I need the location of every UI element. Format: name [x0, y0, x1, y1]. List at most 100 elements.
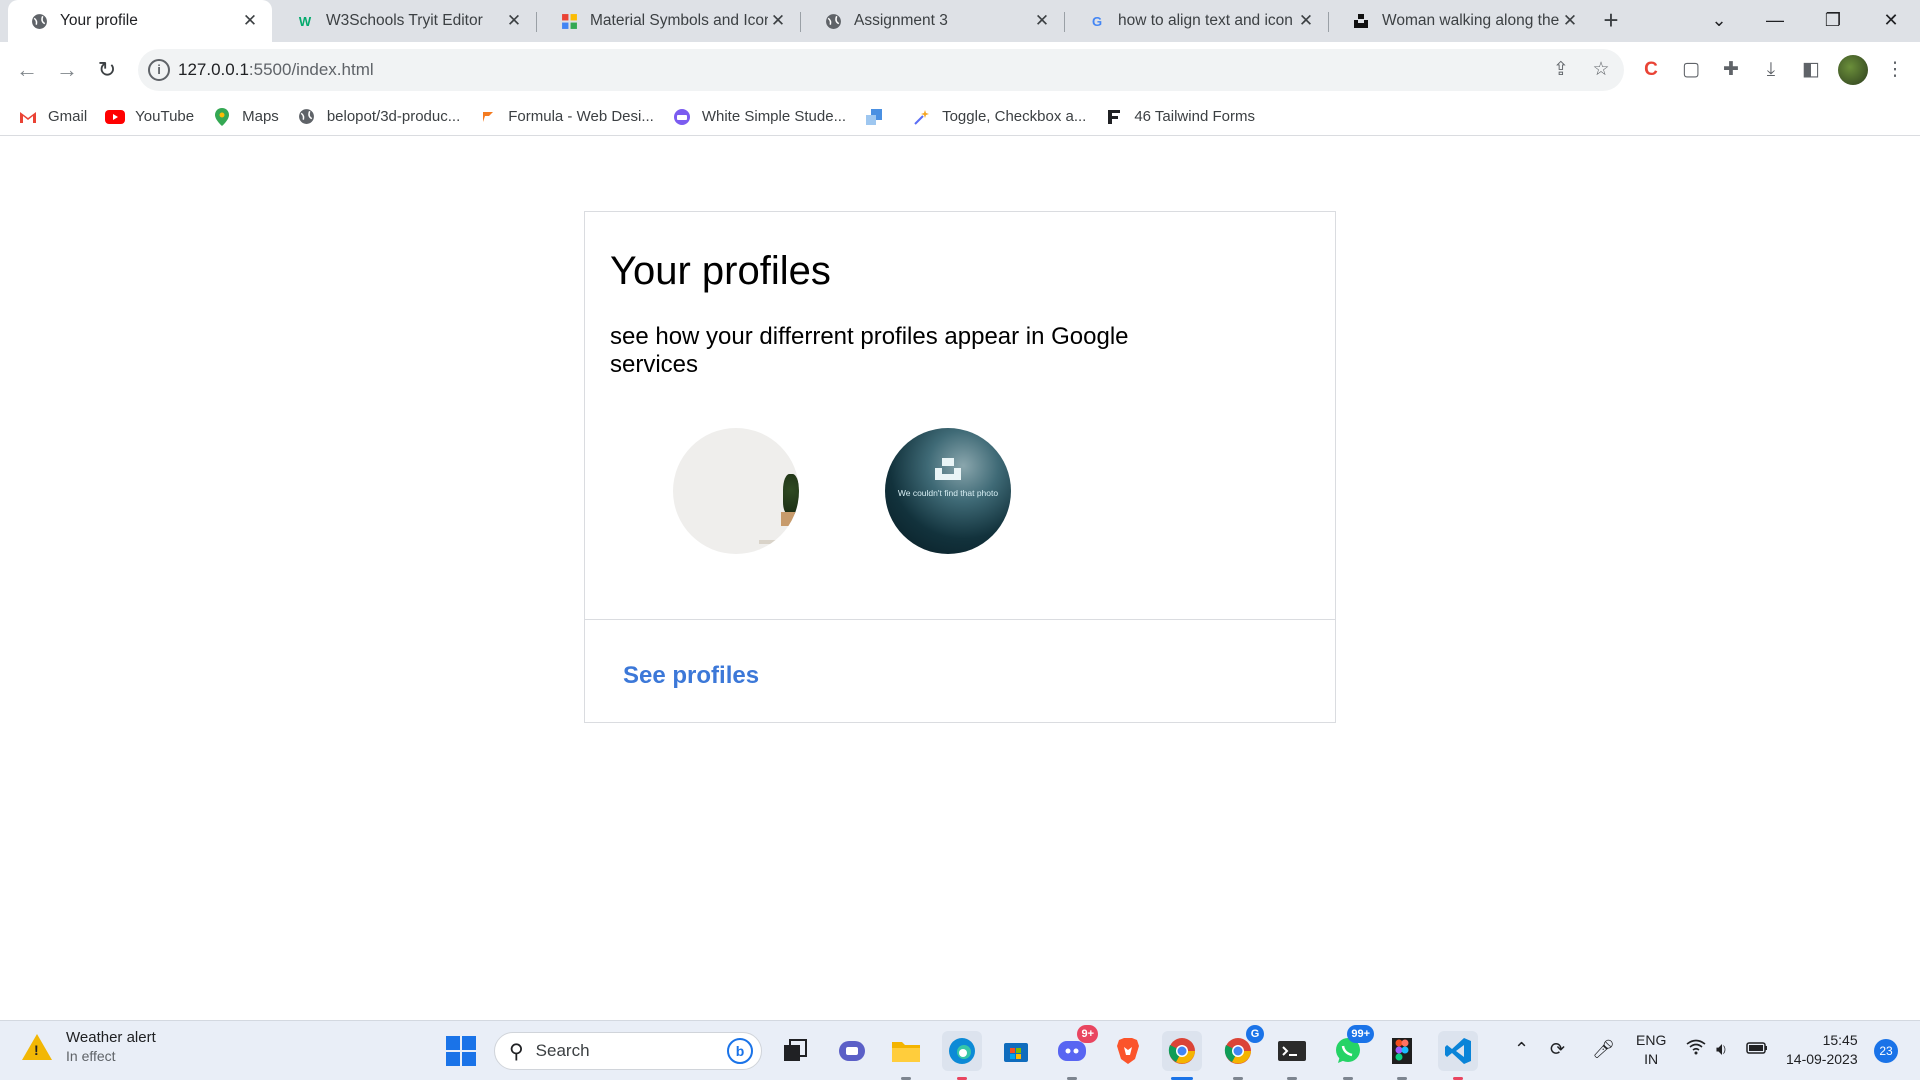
- tab-unsplash[interactable]: Woman walking along the ✕: [1330, 0, 1592, 42]
- site-info-icon[interactable]: i: [148, 59, 170, 81]
- page-subtitle: see how your differrent profiles appear …: [610, 323, 1129, 378]
- show-hidden-icons-chevron[interactable]: ⌃: [1514, 1039, 1529, 1060]
- f-icon: [1104, 108, 1124, 126]
- photo-not-found-text: We couldn't find that photo: [897, 488, 999, 498]
- chrome-icon[interactable]: [1162, 1031, 1202, 1080]
- unsplash-logo-icon: [935, 458, 961, 480]
- discord-icon[interactable]: 9+: [1052, 1025, 1098, 1080]
- download-icon[interactable]: ⤓: [1756, 54, 1786, 86]
- microphone-icon[interactable]: 🎤︎: [1592, 1039, 1615, 1060]
- bookmark-belopot[interactable]: belopot/3d-produc...: [297, 108, 460, 126]
- profile-photo-1: [673, 428, 799, 554]
- bing-icon[interactable]: b: [727, 1038, 753, 1064]
- toolbar: ← → ↻ i 127.0.0.1:5500/index.html ⇪ ☆ C …: [0, 42, 1920, 98]
- notification-badge[interactable]: 23: [1874, 1039, 1898, 1063]
- side-panel-icon[interactable]: ◧: [1796, 54, 1826, 86]
- edge-icon[interactable]: [942, 1031, 982, 1080]
- whatsapp-icon[interactable]: 99+: [1328, 1025, 1374, 1080]
- bookmark-tailwind-forms[interactable]: 46 Tailwind Forms: [1104, 108, 1255, 126]
- sparkle-icon: [912, 108, 932, 126]
- chrome-profile-icon[interactable]: G: [1218, 1025, 1264, 1080]
- browser-chrome: Your profile ✕ W W3Schools Tryit Editor …: [0, 0, 1920, 136]
- close-window-button[interactable]: ✕: [1862, 0, 1920, 42]
- weather-alert-icon: !: [20, 1030, 54, 1064]
- clock[interactable]: 15:45 14-09-2023: [1786, 1031, 1858, 1069]
- web-page: Your profiles see how your differrent pr…: [0, 136, 1920, 1020]
- google-icon: G: [1091, 13, 1103, 29]
- tab-strip: Your profile ✕ W W3Schools Tryit Editor …: [0, 0, 1920, 42]
- forward-button[interactable]: →: [51, 54, 83, 86]
- bookmark-maps[interactable]: Maps: [212, 107, 279, 126]
- extensions-puzzle-icon[interactable]: ✚: [1716, 54, 1746, 86]
- w3schools-icon: W: [298, 13, 312, 29]
- tab-search-chevron-icon[interactable]: ⌄: [1690, 0, 1748, 42]
- reload-button[interactable]: ↻: [91, 54, 123, 86]
- profiles-card: Your profiles see how your differrent pr…: [584, 211, 1336, 723]
- minimize-button[interactable]: —: [1746, 0, 1804, 42]
- globe-icon: [824, 12, 842, 30]
- start-button[interactable]: [446, 1036, 476, 1066]
- menu-kebab-icon[interactable]: ⋮: [1880, 54, 1910, 86]
- task-view-icon[interactable]: [776, 1031, 816, 1071]
- bookmark-star-icon[interactable]: ☆: [1588, 58, 1614, 84]
- share-icon[interactable]: ⇪: [1548, 58, 1574, 84]
- tab-your-profile[interactable]: Your profile ✕: [8, 0, 272, 42]
- extension-blank-icon[interactable]: ▢: [1676, 54, 1706, 86]
- file-explorer-icon[interactable]: [886, 1031, 926, 1080]
- shelf-shape: [759, 540, 799, 544]
- back-button[interactable]: ←: [11, 54, 43, 86]
- close-tab-icon[interactable]: ✕: [1296, 11, 1316, 31]
- new-tab-button[interactable]: +: [1596, 6, 1626, 36]
- bookmark-gmail[interactable]: Gmail: [18, 108, 87, 126]
- extension-colorzilla-icon[interactable]: C: [1636, 54, 1666, 86]
- url-text[interactable]: 127.0.0.1:5500/index.html: [178, 60, 374, 80]
- taskbar: ! Weather alert In effect ⚲ Search b 9+ …: [0, 1020, 1920, 1080]
- material-icon: [560, 12, 578, 30]
- microsoft-store-icon[interactable]: [996, 1031, 1036, 1071]
- tab-material-symbols[interactable]: Material Symbols and Icons ✕: [538, 0, 800, 42]
- bookmark-toggle[interactable]: Toggle, Checkbox a...: [912, 108, 1086, 126]
- gmail-icon: [18, 108, 38, 126]
- profile-avatar[interactable]: [1838, 55, 1868, 85]
- bookmark-youtube[interactable]: YouTube: [105, 108, 194, 126]
- bookmark-square[interactable]: [864, 108, 894, 126]
- brave-icon[interactable]: [1108, 1031, 1148, 1071]
- weather-widget[interactable]: ! Weather alert In effect: [20, 1029, 156, 1064]
- see-profiles-link[interactable]: See profiles: [623, 662, 759, 690]
- bookmark-white-simple[interactable]: White Simple Stude...: [672, 108, 846, 126]
- page-title: Your profiles: [610, 249, 831, 293]
- restore-button[interactable]: ❐: [1804, 0, 1862, 42]
- canva-icon: [672, 108, 692, 126]
- maps-icon: [212, 107, 232, 126]
- wifi-icon[interactable]: [1686, 1039, 1706, 1060]
- plant-shape: [783, 474, 799, 514]
- tab-assignment-3[interactable]: Assignment 3 ✕: [802, 0, 1064, 42]
- tab-w3schools[interactable]: W W3Schools Tryit Editor ✕: [274, 0, 536, 42]
- pot-shape: [781, 512, 799, 526]
- figma-icon[interactable]: [1382, 1031, 1422, 1080]
- bookmark-formula[interactable]: Formula - Web Desi...: [478, 108, 654, 126]
- formula-icon: [478, 108, 498, 126]
- globe-icon: [297, 108, 317, 126]
- taskbar-search[interactable]: ⚲ Search b: [494, 1032, 762, 1070]
- profile-photo-2: We couldn't find that photo: [885, 428, 1011, 554]
- sync-icon[interactable]: ⟳: [1550, 1039, 1565, 1060]
- card-divider: [585, 619, 1335, 620]
- close-tab-icon[interactable]: ✕: [240, 11, 260, 31]
- search-icon: ⚲: [509, 1040, 524, 1063]
- bookmark-square-icon: [864, 108, 884, 126]
- language-indicator[interactable]: ENG IN: [1636, 1031, 1666, 1069]
- vscode-icon[interactable]: [1438, 1031, 1478, 1080]
- teams-chat-icon[interactable]: [832, 1031, 872, 1071]
- address-bar[interactable]: i 127.0.0.1:5500/index.html ⇪ ☆: [138, 49, 1624, 91]
- volume-icon[interactable]: 🔉︎: [1716, 1039, 1727, 1060]
- close-tab-icon[interactable]: ✕: [504, 11, 524, 31]
- youtube-icon: [105, 108, 126, 126]
- terminal-icon[interactable]: [1272, 1031, 1312, 1080]
- battery-icon[interactable]: [1746, 1039, 1768, 1060]
- close-tab-icon[interactable]: ✕: [1032, 11, 1052, 31]
- bookmarks-bar: Gmail YouTube Maps belopot/3d-produc... …: [0, 98, 1920, 136]
- close-tab-icon[interactable]: ✕: [1560, 11, 1580, 31]
- close-tab-icon[interactable]: ✕: [768, 11, 788, 31]
- tab-google-search[interactable]: G how to align text and icon i ✕: [1066, 0, 1328, 42]
